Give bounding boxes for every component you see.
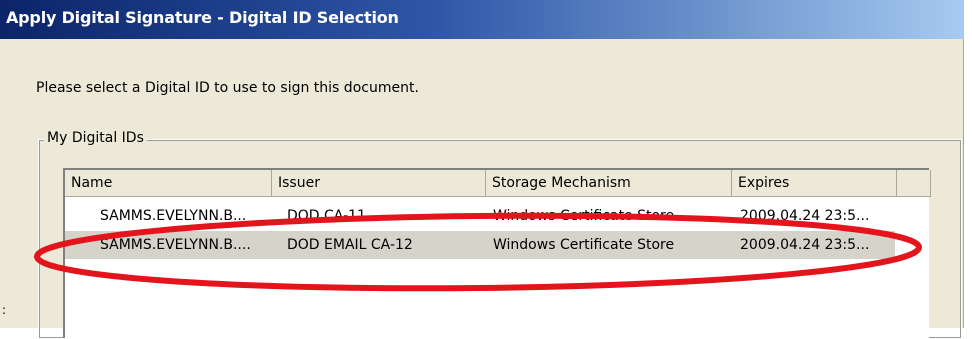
row-expires: 2009.04.24 23:5...	[740, 208, 870, 224]
row-issuer: DOD CA-11	[287, 208, 366, 224]
column-header-expires[interactable]: Expires	[732, 170, 897, 197]
row-name: SAMMS.EVELYNN.B...	[100, 208, 247, 224]
row-expires: 2009.04.24 23:5...	[740, 237, 870, 253]
column-header-storage[interactable]: Storage Mechanism	[486, 170, 732, 197]
column-header-issuer[interactable]: Issuer	[272, 170, 486, 197]
group-label: My Digital IDs	[44, 130, 147, 146]
list-header: Name Issuer Storage Mechanism Expires	[65, 170, 931, 198]
digital-id-list[interactable]: Name Issuer Storage Mechanism Expires SA…	[63, 168, 931, 338]
column-header-filler	[897, 170, 931, 197]
row-issuer: DOD EMAIL CA-12	[287, 237, 413, 253]
instruction-text: Please select a Digital ID to use to sig…	[36, 80, 419, 96]
title-bar[interactable]: Apply Digital Signature - Digital ID Sel…	[0, 0, 964, 39]
dialog-title: Apply Digital Signature - Digital ID Sel…	[6, 8, 399, 27]
row-name: SAMMS.EVELYNN.B....	[100, 237, 251, 253]
table-row-selected[interactable]: SAMMS.EVELYNN.B.... DOD EMAIL CA-12 Wind…	[65, 231, 895, 259]
column-header-name[interactable]: Name	[65, 170, 272, 197]
row-storage: Windows Certificate Store	[493, 237, 675, 253]
row-storage: Windows Certificate Store	[493, 208, 675, 224]
digital-id-selection-dialog: Apply Digital Signature - Digital ID Sel…	[0, 0, 964, 339]
table-row[interactable]: SAMMS.EVELYNN.B... DOD CA-11 Windows Cer…	[65, 202, 895, 230]
stray-mark: :	[2, 303, 7, 317]
